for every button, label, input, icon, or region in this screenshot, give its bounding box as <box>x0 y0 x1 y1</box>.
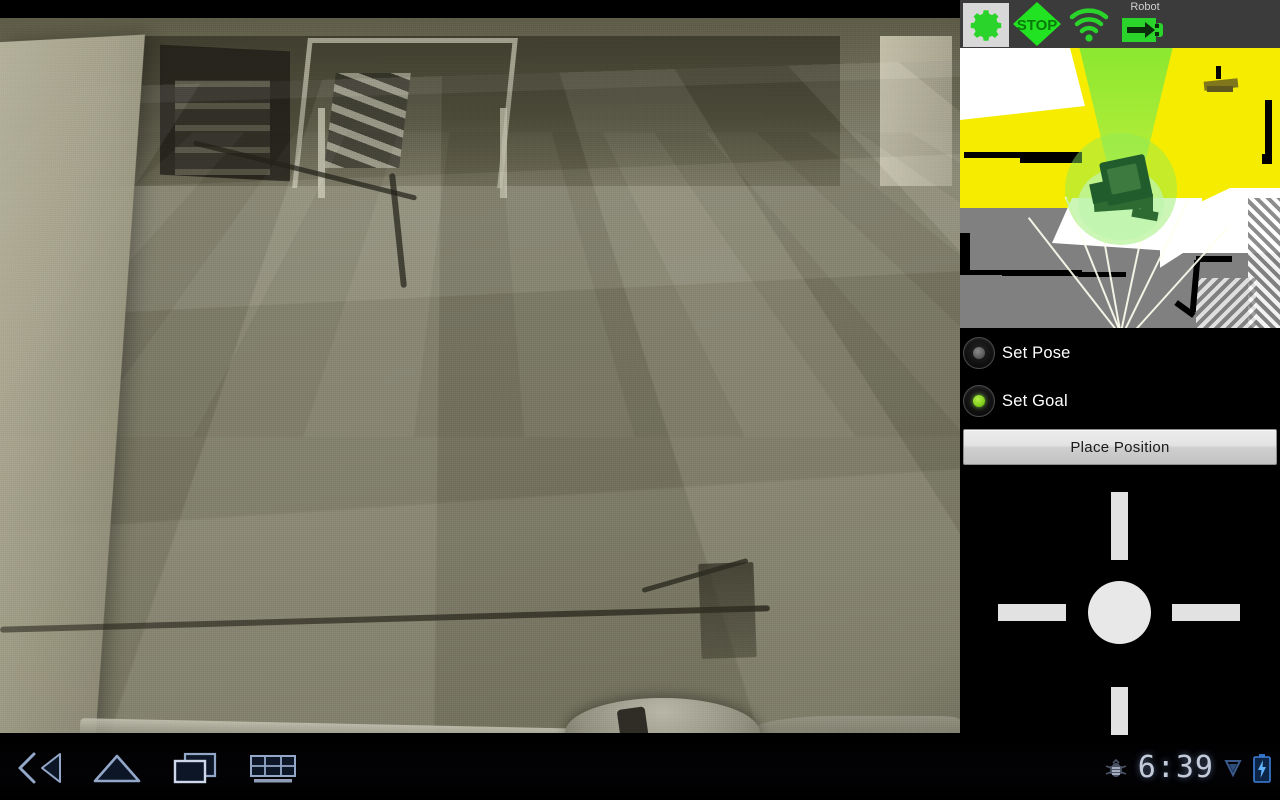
wifi-status-button[interactable] <box>1065 0 1113 48</box>
nav-button-group <box>0 735 312 800</box>
mode-label-set-pose: Set Pose <box>1002 343 1071 362</box>
robot-connection-label: Robot <box>1130 1 1160 13</box>
system-clock: 6:39 <box>1137 750 1214 785</box>
battery-status[interactable] <box>1252 753 1272 783</box>
mode-option-set-pose[interactable]: Set Pose <box>963 336 1071 370</box>
place-position-button[interactable]: Place Position <box>963 429 1277 465</box>
wifi-icon <box>1069 8 1109 42</box>
joystick-right-bar[interactable] <box>1172 604 1240 621</box>
download-status[interactable] <box>1223 755 1243 781</box>
home-button[interactable] <box>78 735 156 800</box>
robot-camera-feed[interactable] <box>0 0 960 735</box>
mode-option-set-goal[interactable]: Set Goal <box>963 384 1068 418</box>
usb-debug-status[interactable] <box>1103 755 1129 781</box>
app-root: STOP Robot Set Pose Set Goal Place Posit… <box>0 0 1280 800</box>
joystick-knob[interactable] <box>1088 581 1151 644</box>
radio-dot <box>973 395 985 407</box>
navigation-map[interactable] <box>960 48 1280 328</box>
map-obstacle <box>1078 272 1126 277</box>
stop-label: STOP <box>1017 17 1058 34</box>
recent-apps-button[interactable] <box>156 735 234 800</box>
camera-noise-overlay <box>0 18 960 735</box>
keyboard-button[interactable] <box>234 735 312 800</box>
back-button[interactable] <box>0 735 78 800</box>
battery-charging-icon <box>1253 753 1271 783</box>
camera-image <box>0 0 960 735</box>
emergency-stop-button[interactable]: STOP <box>1011 0 1063 48</box>
map-obstacle <box>960 233 970 275</box>
control-panel: STOP Robot Set Pose Set Goal Place Posit… <box>960 0 1280 755</box>
radio-dot <box>973 347 985 359</box>
home-icon <box>93 754 141 782</box>
robot-plug-icon <box>1122 18 1163 42</box>
app-toolbar: STOP Robot <box>960 0 1280 48</box>
map-obstacle <box>1207 86 1233 92</box>
keyboard-icon <box>250 754 296 782</box>
back-arrow-icon <box>18 752 61 783</box>
settings-button[interactable] <box>963 0 1009 48</box>
dpad-joystick[interactable] <box>960 475 1280 755</box>
system-status-area: 6:39 <box>1103 735 1272 800</box>
system-navigation-bar: 6:39 <box>0 735 1280 800</box>
stop-sign-icon: STOP <box>1013 2 1061 46</box>
map-obstacle <box>1216 66 1221 79</box>
radio-set-pose[interactable] <box>963 337 995 369</box>
camera-letterbox-top <box>0 0 960 18</box>
joystick-up-bar[interactable] <box>1111 492 1128 560</box>
map-obstacle <box>1262 154 1272 164</box>
map-obstacle <box>968 270 1004 275</box>
map-obstacle <box>1265 100 1272 156</box>
download-arrow-icon <box>1224 759 1242 777</box>
robot-connection-button[interactable]: Robot <box>1115 0 1175 48</box>
bug-icon <box>1105 758 1127 777</box>
radio-set-goal[interactable] <box>963 385 995 417</box>
joystick-left-bar[interactable] <box>998 604 1066 621</box>
mode-label-set-goal: Set Goal <box>1002 391 1068 410</box>
map-frontier-dither <box>1196 278 1256 328</box>
gear-icon <box>970 10 1002 41</box>
recent-apps-icon <box>173 752 217 783</box>
